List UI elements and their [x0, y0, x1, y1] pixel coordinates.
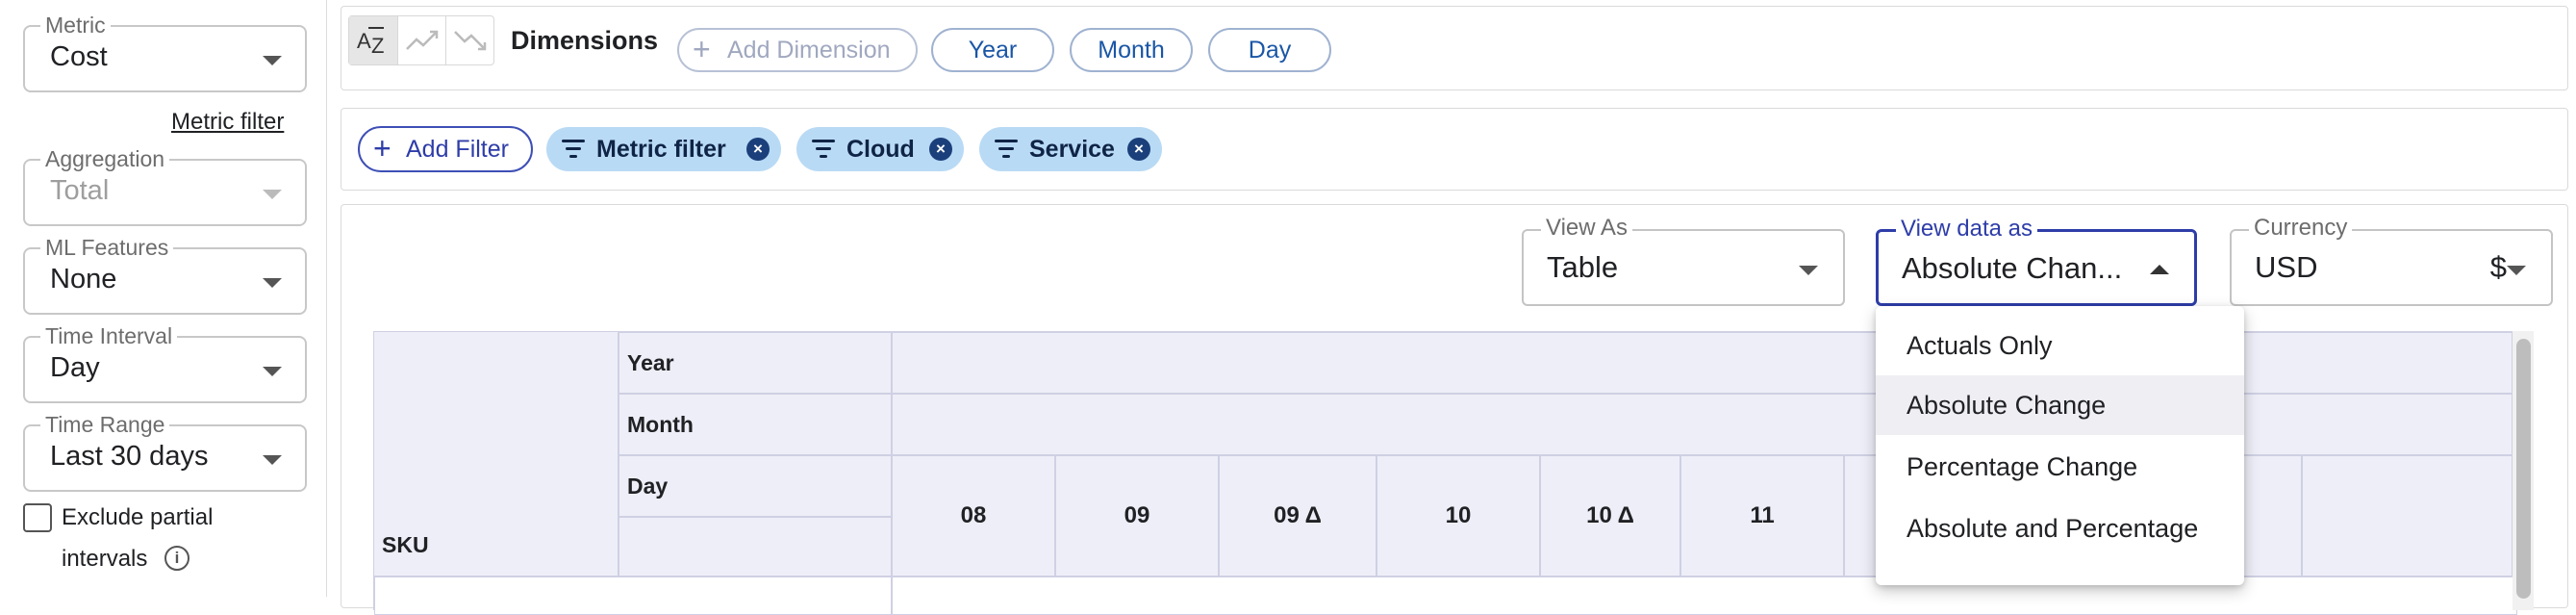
time-range-label: Time Range — [40, 412, 170, 437]
close-icon[interactable]: × — [1127, 138, 1150, 161]
menu-option-actuals-only[interactable]: Actuals Only — [1876, 316, 2244, 375]
table-scrollbar-thumb[interactable] — [2516, 339, 2531, 599]
plus-icon: + — [693, 32, 711, 66]
view-as-value: Table — [1547, 250, 1619, 284]
dimension-pill-year[interactable]: Year — [931, 28, 1054, 72]
column-header[interactable]: 10 — [1376, 455, 1540, 577]
view-data-as-value: Absolute Chan... — [1902, 251, 2123, 285]
dimensions-title: Dimensions — [511, 26, 659, 55]
metric-value: Cost — [50, 41, 108, 72]
time-range-value: Last 30 days — [50, 441, 209, 472]
aggregation-value: Total — [50, 175, 110, 206]
column-header[interactable]: 08 — [892, 455, 1055, 577]
view-data-as-label: View data as — [1896, 216, 2037, 243]
filter-chip-metric-filter[interactable]: Metric filter × — [546, 127, 781, 171]
filter-icon — [562, 140, 585, 163]
column-header[interactable]: 11 — [1680, 455, 1844, 577]
metric-filter-link[interactable]: Metric filter — [171, 109, 284, 136]
ml-features-value: None — [50, 264, 117, 295]
info-icon[interactable]: i — [164, 546, 189, 571]
currency-symbol: $ — [2489, 250, 2507, 284]
filter-chip-label: Metric filter — [596, 136, 726, 163]
column-header[interactable]: 09 Δ — [1219, 455, 1376, 577]
chevron-down-icon — [263, 455, 282, 465]
close-icon[interactable]: × — [929, 138, 952, 161]
row-label-year: Year — [619, 332, 892, 394]
exclude-partial-label: Exclude partial — [62, 504, 214, 530]
table-row — [374, 577, 892, 615]
sort-az-icon[interactable]: A Z — [349, 16, 397, 64]
ml-features-select[interactable]: ML Features None — [23, 235, 307, 315]
column-header-next — [2302, 455, 2517, 577]
row-dim-empty — [619, 517, 892, 577]
time-interval-label: Time Interval — [40, 323, 178, 348]
add-filter-label: Add Filter — [406, 136, 509, 163]
chevron-down-icon — [263, 367, 282, 376]
dimension-pill-day[interactable]: Day — [1208, 28, 1331, 72]
sort-toggle-group: A Z — [348, 15, 494, 65]
chevron-down-icon — [263, 56, 282, 65]
month-band — [892, 394, 2517, 455]
row-label-day: Day — [619, 455, 892, 517]
year-band — [892, 332, 2517, 394]
metric-select[interactable]: Metric Cost — [23, 13, 307, 92]
dimension-pill-month[interactable]: Month — [1070, 28, 1193, 72]
filter-icon — [812, 140, 835, 163]
view-data-as-select[interactable]: View data as Absolute Chan... — [1876, 216, 2197, 306]
view-as-select[interactable]: View As Table — [1522, 215, 1845, 306]
currency-value: USD — [2255, 250, 2318, 284]
ml-features-label: ML Features — [40, 235, 174, 260]
left-panel: Metric Cost Metric filter Aggregation To… — [0, 0, 327, 597]
dimensions-bar — [341, 6, 2568, 90]
filter-icon — [995, 140, 1018, 163]
chevron-down-icon — [263, 278, 282, 288]
menu-option-percentage-change[interactable]: Percentage Change — [1876, 437, 2244, 497]
svg-text:Z: Z — [371, 34, 384, 58]
time-interval-select[interactable]: Time Interval Day — [23, 323, 307, 403]
trend-down-icon[interactable] — [445, 16, 493, 64]
close-icon[interactable]: × — [746, 138, 770, 161]
filter-chip-service[interactable]: Service × — [979, 127, 1162, 171]
exclude-partial-checkbox[interactable] — [23, 503, 52, 532]
metric-label: Metric — [40, 13, 111, 38]
exclude-partial-label-cont: intervals — [62, 546, 148, 572]
menu-option-absolute-and-percentage[interactable]: Absolute and Percentage — [1876, 499, 2244, 558]
table-row — [892, 577, 2517, 615]
filter-chip-cloud[interactable]: Cloud × — [796, 127, 964, 171]
chevron-down-icon — [2507, 266, 2526, 275]
chevron-up-icon — [2150, 265, 2169, 274]
view-data-as-menu: Actuals Only Absolute Change Percentage … — [1876, 306, 2244, 585]
time-range-select[interactable]: Time Range Last 30 days — [23, 412, 307, 492]
filter-chip-label: Service — [1029, 136, 1115, 163]
view-as-label: View As — [1541, 215, 1632, 242]
aggregation-label: Aggregation — [40, 146, 170, 171]
time-interval-value: Day — [50, 352, 100, 383]
svg-text:A: A — [357, 29, 371, 53]
add-dimension-button[interactable]: + Add Dimension — [677, 28, 918, 72]
row-label-month: Month — [619, 394, 892, 455]
currency-label: Currency — [2249, 215, 2353, 242]
add-filter-button[interactable]: + Add Filter — [358, 126, 533, 172]
trend-up-icon[interactable] — [397, 16, 445, 64]
column-header[interactable]: 10 Δ — [1540, 455, 1680, 577]
currency-select[interactable]: Currency USD $ — [2230, 215, 2553, 306]
menu-option-absolute-change[interactable]: Absolute Change — [1876, 375, 2244, 435]
sku-header: SKU — [382, 532, 429, 557]
filter-chip-label: Cloud — [846, 136, 915, 163]
chevron-down-icon — [263, 190, 282, 199]
aggregation-select: Aggregation Total — [23, 146, 307, 226]
plus-icon: + — [373, 131, 391, 166]
chevron-down-icon — [1799, 266, 1818, 275]
add-dimension-label: Add Dimension — [727, 37, 891, 64]
column-header[interactable]: 09 — [1055, 455, 1219, 577]
